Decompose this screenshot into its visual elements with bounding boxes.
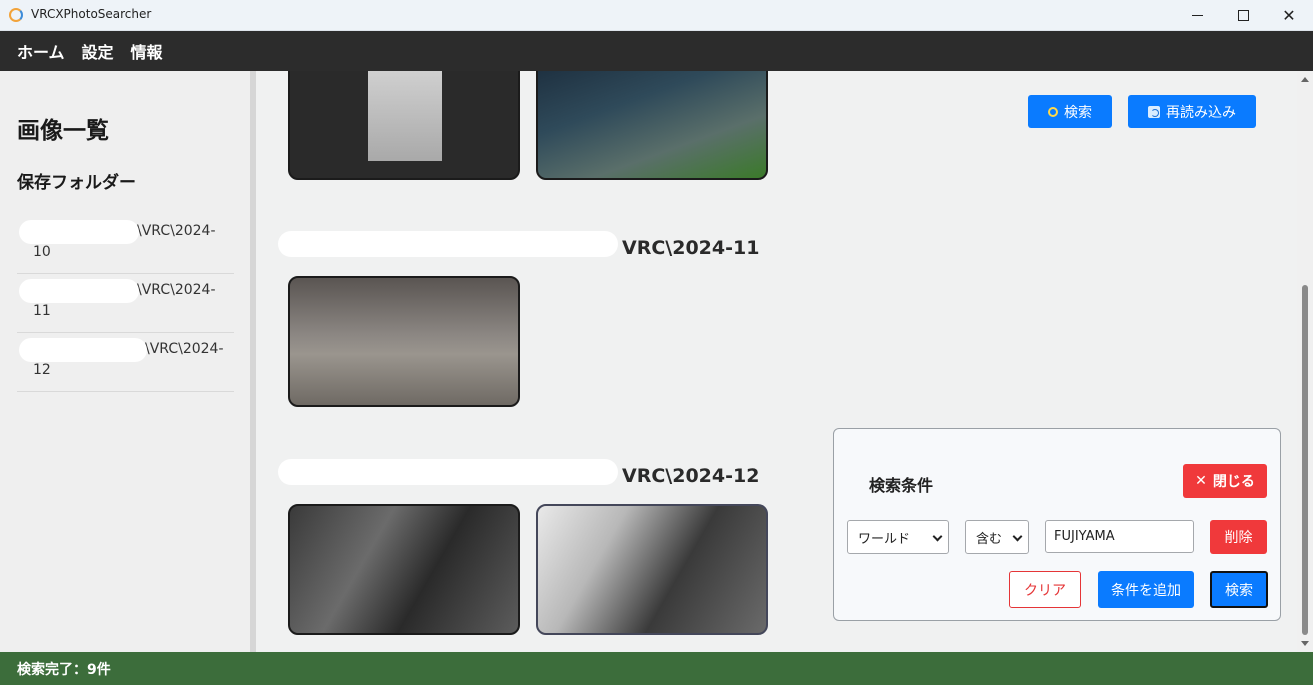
folders-heading: 保存フォルダー [17, 173, 136, 193]
close-panel-label: 閉じる [1212, 474, 1255, 490]
redacted-path [19, 220, 139, 244]
photo-thumbnail[interactable] [288, 276, 520, 407]
maximize-icon [1237, 10, 1249, 21]
field-select[interactable]: ワールド [847, 520, 949, 554]
status-bar: 検索完了：9件 [0, 652, 1313, 685]
scroll-up-icon[interactable] [1301, 77, 1309, 82]
redacted-path [278, 231, 618, 257]
folder-group-title: VRC\2024-12 [622, 465, 760, 487]
minimize-icon [1191, 14, 1203, 17]
execute-search-button[interactable]: 検索 [1210, 571, 1268, 608]
redacted-path [19, 338, 147, 362]
reload-button-label: 再読み込み [1166, 104, 1236, 121]
scroll-thumb[interactable] [1302, 285, 1308, 635]
folder-group-title: VRC\2024-11 [622, 237, 760, 259]
folder-path-line2: 11 [33, 303, 51, 319]
scroll-down-icon[interactable] [1301, 641, 1309, 646]
redacted-path [278, 459, 618, 485]
title-bar: VRCXPhotoSearcher ✕ [0, 0, 1313, 31]
value-input[interactable]: FUJIYAMA [1045, 520, 1194, 553]
search-icon [1048, 106, 1058, 117]
redacted-path [19, 279, 139, 303]
main-content: VRC\2024-11 VRC\2024-12 検索 再読み込み 検索条件 ✕ … [256, 71, 1297, 652]
reload-icon [1148, 105, 1160, 118]
menu-item-info[interactable]: 情報 [131, 39, 163, 63]
app-icon [9, 8, 23, 22]
close-window-button[interactable]: ✕ [1266, 0, 1312, 31]
folder-path-line2: 10 [33, 244, 51, 260]
folder-path-line2: 12 [33, 362, 51, 378]
folder-list: \VRC\2024- 10 \VRC\2024- 11 \VRC\2024- 1… [17, 215, 234, 392]
photo-thumbnail[interactable] [536, 71, 768, 180]
photo-subject [368, 71, 442, 161]
operator-select[interactable]: 含む [965, 520, 1029, 554]
folder-item[interactable]: \VRC\2024- 11 [17, 274, 234, 333]
chevron-down-icon [1012, 531, 1023, 542]
menu-item-home[interactable]: ホーム [17, 39, 65, 63]
clear-button[interactable]: クリア [1009, 571, 1081, 608]
page-title: 画像一覧 [17, 118, 109, 144]
add-condition-button[interactable]: 条件を追加 [1098, 571, 1194, 608]
folder-item[interactable]: \VRC\2024- 12 [17, 333, 234, 392]
reload-button[interactable]: 再読み込み [1128, 95, 1256, 128]
operator-select-value: 含む [976, 531, 1003, 547]
chevron-down-icon [932, 531, 943, 542]
menu-item-settings[interactable]: 設定 [82, 39, 114, 63]
close-panel-button[interactable]: ✕ 閉じる [1183, 464, 1267, 498]
minimize-button[interactable] [1174, 0, 1220, 31]
folder-item[interactable]: \VRC\2024- 10 [17, 215, 234, 274]
menu-bar: ホーム 設定 情報 [0, 31, 1313, 71]
scrollbar[interactable] [1297, 71, 1313, 652]
photo-thumbnail[interactable] [536, 504, 768, 635]
close-icon: ✕ [1195, 473, 1207, 489]
field-select-value: ワールド [858, 531, 911, 547]
photo-thumbnail[interactable] [288, 504, 520, 635]
photo-thumbnail[interactable] [288, 71, 520, 180]
search-button[interactable]: 検索 [1028, 95, 1112, 128]
panel-title: 検索条件 [869, 476, 934, 495]
search-condition-panel: 検索条件 ✕ 閉じる ワールド 含む FUJIYAMA 削除 クリア 条件を追加… [833, 428, 1281, 621]
window-title: VRCXPhotoSearcher [31, 7, 152, 21]
maximize-button[interactable] [1220, 0, 1266, 31]
delete-condition-button[interactable]: 削除 [1210, 520, 1267, 554]
search-button-label: 検索 [1064, 104, 1092, 121]
status-text: 検索完了：9件 [17, 661, 111, 678]
sidebar: 画像一覧 保存フォルダー \VRC\2024- 10 \VRC\2024- 11… [0, 71, 250, 652]
close-icon: ✕ [1282, 6, 1296, 25]
